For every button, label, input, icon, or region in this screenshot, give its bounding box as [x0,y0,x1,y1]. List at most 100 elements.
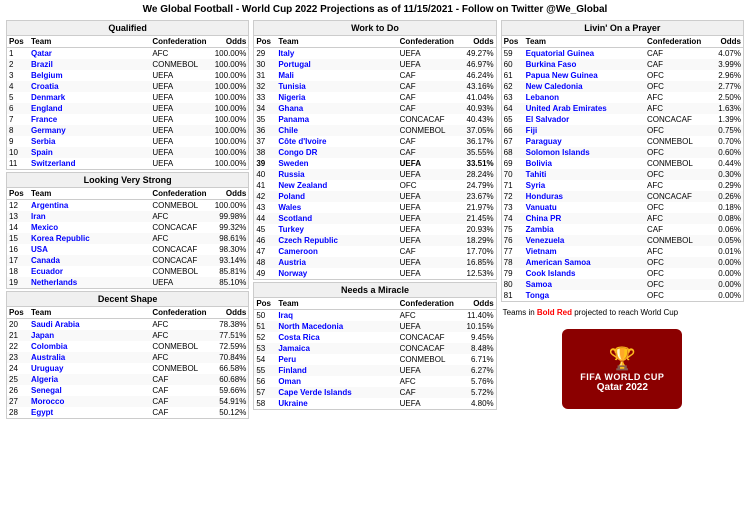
cell-pos: 60 [502,59,524,70]
th-odds-s: Odds [210,188,248,200]
cell-odds: 8.48% [458,343,496,354]
cell-odds: 5.72% [458,387,496,398]
table-row: 56OmanAFC5.76% [254,376,495,387]
cell-team: Papua New Guinea [524,70,645,81]
table-row: 59Equatorial GuineaCAF4.07% [502,48,743,60]
table-row: 43WalesUEFA21.97% [254,202,495,213]
trophy-icon: 🏆 [609,346,636,372]
cell-pos: 74 [502,213,524,224]
cell-team: American Samoa [524,257,645,268]
cell-team: Canada [29,255,150,266]
table-row: 35PanamaCONCACAF40.43% [254,114,495,125]
cell-team: Samoa [524,279,645,290]
table-row: 48AustriaUEFA16.85% [254,257,495,268]
legend-text: Teams in Bold Red projected to reach Wor… [503,308,678,317]
cell-conf: UEFA [398,48,458,60]
cell-team: Costa Rica [276,332,397,343]
cell-pos: 68 [502,147,524,158]
cell-conf: AFC [150,48,210,60]
cell-pos: 6 [7,103,29,114]
cell-odds: 6.71% [458,354,496,365]
cell-pos: 62 [502,81,524,92]
table-row: 57Cape Verde IslandsCAF5.72% [254,387,495,398]
cell-pos: 3 [7,70,29,81]
cell-conf: CAF [398,246,458,257]
cell-team: Iraq [276,310,397,322]
th-pos-p: Pos [502,36,524,48]
cell-pos: 8 [7,125,29,136]
main-grid: Qualified Pos Team Confederation Odds 1Q… [0,18,750,421]
cell-conf: UEFA [398,191,458,202]
table-row: 9SerbiaUEFA100.00% [7,136,248,147]
cell-odds: 17.70% [458,246,496,257]
table-row: 17CanadaCONCACAF93.14% [7,255,248,266]
cell-team: Venezuela [524,235,645,246]
cell-conf: UEFA [150,70,210,81]
th-team-p: Team [524,36,645,48]
cell-conf: OFC [645,257,705,268]
cell-conf: CAF [398,81,458,92]
cell-odds: 100.00% [210,92,248,103]
cell-team: Honduras [524,191,645,202]
cell-odds: 0.00% [705,279,743,290]
table-row: 40RussiaUEFA28.24% [254,169,495,180]
cell-team: Germany [29,125,150,136]
cell-odds: 59.66% [210,385,248,396]
cell-pos: 11 [7,158,29,169]
table-row: 68Solomon IslandsOFC0.60% [502,147,743,158]
cell-conf: UEFA [398,202,458,213]
cell-team: Oman [276,376,397,387]
th-conf-m: Confederation [398,298,458,310]
cell-conf: CONMEBOL [150,266,210,277]
cell-team: Colombia [29,341,150,352]
table-row: 36ChileCONMEBOL37.05% [254,125,495,136]
cell-odds: 100.00% [210,59,248,70]
cell-team: North Macedonia [276,321,397,332]
cell-conf: AFC [150,233,210,244]
cell-odds: 4.80% [458,398,496,409]
decent-table: Pos Team Confederation Odds 20Saudi Arab… [7,307,248,418]
cell-team: Mexico [29,222,150,233]
cell-pos: 13 [7,211,29,222]
table-row: 2BrazilCONMEBOL100.00% [7,59,248,70]
table-row: 15Korea RepublicAFC98.61% [7,233,248,244]
cell-odds: 85.81% [210,266,248,277]
table-row: 66FijiOFC0.75% [502,125,743,136]
cell-conf: CAF [398,147,458,158]
th-team-d: Team [29,307,150,319]
cell-conf: CONCACAF [645,191,705,202]
table-row: 20Saudi ArabiaAFC78.38% [7,319,248,331]
cell-pos: 42 [254,191,276,202]
cell-odds: 100.00% [210,136,248,147]
cell-conf: CAF [398,103,458,114]
cell-odds: 28.24% [458,169,496,180]
qualified-title: Qualified [7,21,248,36]
cell-team: Nigeria [276,92,397,103]
cell-odds: 0.29% [705,180,743,191]
cell-pos: 15 [7,233,29,244]
table-row: 75ZambiaCAF0.06% [502,224,743,235]
cell-odds: 16.85% [458,257,496,268]
cell-odds: 78.38% [210,319,248,331]
bold-red-label: Bold Red [537,308,572,317]
cell-conf: OFC [398,180,458,191]
table-row: 39SwedenUEFA33.51% [254,158,495,169]
cell-team: Côte d'Ivoire [276,136,397,147]
cell-odds: 21.97% [458,202,496,213]
cell-conf: UEFA [398,169,458,180]
cell-team: Jamaica [276,343,397,354]
cell-pos: 53 [254,343,276,354]
cell-conf: UEFA [398,257,458,268]
cell-team: United Arab Emirates [524,103,645,114]
cell-conf: OFC [645,268,705,279]
cell-team: Ghana [276,103,397,114]
cell-team: Spain [29,147,150,158]
cell-conf: AFC [645,103,705,114]
cell-conf: CAF [150,374,210,385]
work-title: Work to Do [254,21,495,36]
cell-odds: 6.27% [458,365,496,376]
cell-odds: 43.16% [458,81,496,92]
page-header: We Global Football - World Cup 2022 Proj… [0,0,750,18]
cell-odds: 20.93% [458,224,496,235]
table-row: 22ColombiaCONMEBOL72.59% [7,341,248,352]
